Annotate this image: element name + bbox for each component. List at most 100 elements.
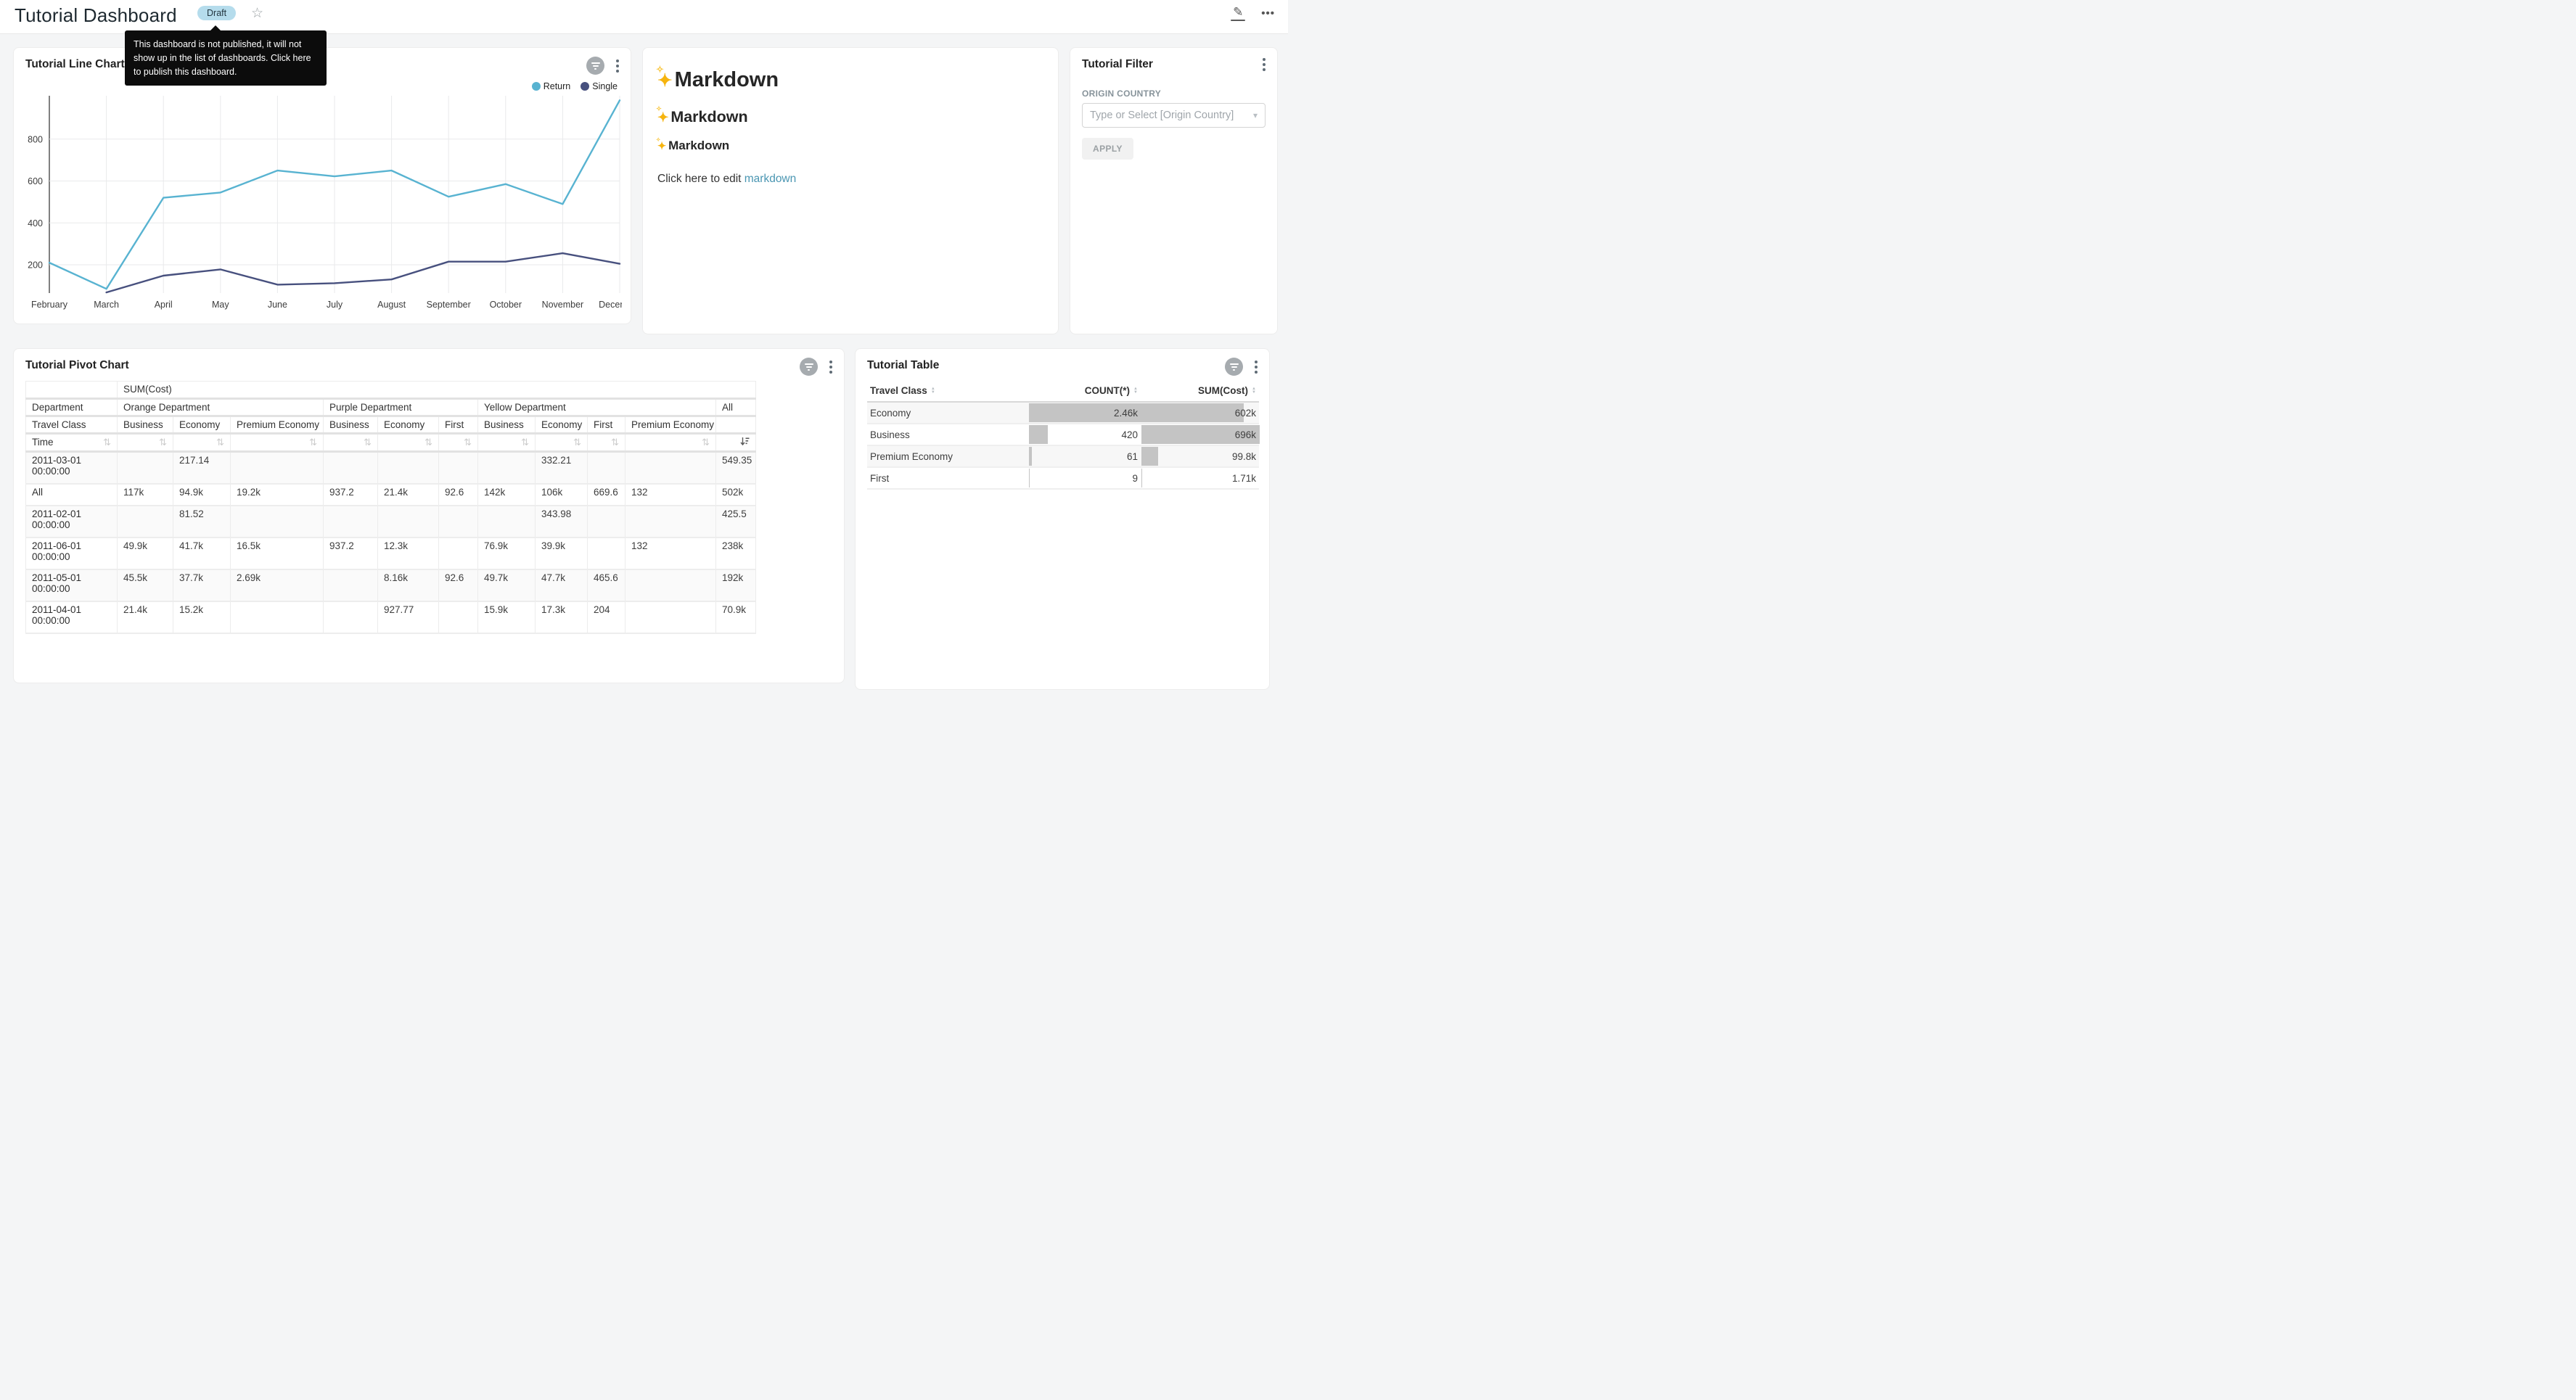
pivot-cell: 192k [716, 569, 756, 601]
legend-item[interactable]: Single [581, 81, 618, 91]
pivot-row: 2011-05-0100:00:0045.5k37.7k2.69k8.16k92… [26, 569, 756, 601]
sort-icon[interactable]: ⇅ [103, 437, 111, 448]
sparkles-icon: ✦✧ [657, 139, 666, 153]
pivot-travelclass-label: Travel Class [26, 416, 118, 434]
table-column-header[interactable]: Travel Class▲▼ [867, 379, 1028, 402]
cell-bar [1029, 425, 1048, 444]
pivot-cell [324, 569, 378, 601]
pivot-cell: 343.98 [536, 506, 588, 538]
pivot-cell [588, 452, 625, 484]
pivot-cell [378, 506, 439, 538]
pivot-row: 2011-03-0100:00:00217.14332.21549.35 [26, 452, 756, 484]
pivot-cell: 238k [716, 538, 756, 569]
line-chart-title: Tutorial Line Chart [25, 58, 125, 71]
pencil-underline [1231, 20, 1245, 21]
sort-icon[interactable]: ⇅ [573, 437, 581, 448]
pivot-sort-cell: ⇅ [478, 434, 536, 452]
pivot-cell: 92.6 [439, 569, 478, 601]
chart-legend: Return Single [532, 81, 618, 91]
pivot-cell [231, 452, 324, 484]
header-actions: ✎ ••• [1231, 6, 1275, 21]
count-cell: 420 [1028, 424, 1141, 445]
pivot-cell [439, 538, 478, 569]
applied-filters-icon[interactable] [586, 57, 604, 75]
sort-carets-icon: ▲▼ [1133, 387, 1138, 395]
pivot-cell: 15.2k [173, 601, 231, 633]
cell-bar [1141, 403, 1244, 422]
pivot-cell [588, 506, 625, 538]
pivot-kebab-menu[interactable] [828, 359, 834, 375]
cell-bar [1029, 447, 1032, 466]
pivot-row-label: All [26, 484, 118, 506]
pivot-cell [231, 506, 324, 538]
apply-button[interactable]: APPLY [1082, 138, 1133, 160]
pivot-cell [378, 452, 439, 484]
pivot-cell: 927.77 [378, 601, 439, 633]
pivot-cell: 937.2 [324, 484, 378, 506]
sort-icon[interactable]: ⇅ [611, 437, 619, 448]
favorite-star-icon[interactable]: ☆ [251, 5, 263, 22]
pivot-cell [324, 506, 378, 538]
count-cell: 9 [1028, 467, 1141, 489]
pivot-chart-title: Tutorial Pivot Chart [25, 359, 129, 372]
edit-markdown-link[interactable]: markdown [745, 173, 797, 185]
sort-descending-icon[interactable] [740, 437, 750, 446]
pivot-sort-cell: ⇅ [231, 434, 324, 452]
sort-icon[interactable]: ⇅ [521, 437, 529, 448]
pivot-row: 2011-04-0100:00:0021.4k15.2k927.7715.9k1… [26, 601, 756, 633]
sort-icon[interactable]: ⇅ [702, 437, 710, 448]
pivot-cell: 217.14 [173, 452, 231, 484]
travel-class-cell: Business [867, 424, 1028, 445]
pivot-cell: 8.16k [378, 569, 439, 601]
sort-icon[interactable]: ⇅ [159, 437, 167, 448]
publish-tooltip: This dashboard is not published, it will… [125, 30, 327, 86]
markdown-paragraph: Click here to edit markdown [657, 173, 1043, 186]
pivot-group-header: Orange Department [118, 399, 324, 416]
x-axis-label: October [490, 300, 522, 310]
pivot-column-header: Business [478, 416, 536, 434]
filter-kebab-menu[interactable] [1261, 57, 1267, 73]
sort-icon[interactable]: ⇅ [216, 437, 224, 448]
travel-class-cell: Economy [867, 402, 1028, 424]
more-menu-icon[interactable]: ••• [1261, 7, 1275, 20]
sort-icon[interactable]: ⇅ [364, 437, 372, 448]
sort-icon[interactable]: ⇅ [309, 437, 317, 448]
pivot-corner-empty [26, 382, 118, 399]
sort-icon[interactable]: ⇅ [464, 437, 472, 448]
pivot-row-label: 2011-03-0100:00:00 [26, 452, 118, 484]
markdown-h2: ✦✧Markdown [657, 108, 1043, 126]
y-axis-label: 200 [28, 260, 43, 271]
table-kebab-menu[interactable] [1253, 359, 1259, 375]
pivot-sort-cell: ⇅ [118, 434, 173, 452]
applied-filters-icon[interactable] [1225, 358, 1243, 376]
pencil-icon: ✎ [1233, 6, 1243, 18]
edit-dashboard-button[interactable]: ✎ [1231, 6, 1245, 21]
pivot-column-header: Economy [173, 416, 231, 434]
pivot-column-header: Business [118, 416, 173, 434]
applied-filters-icon[interactable] [800, 358, 818, 376]
x-axis-label: April [155, 300, 173, 310]
draft-badge[interactable]: Draft [197, 6, 236, 20]
pivot-cell [118, 452, 173, 484]
filter-panel-title: Tutorial Filter [1082, 58, 1153, 71]
pivot-row-label: 2011-06-0100:00:00 [26, 538, 118, 569]
x-axis-label: February [31, 300, 68, 310]
sum-cell: 99.8k [1141, 445, 1259, 467]
chart-kebab-menu[interactable] [615, 58, 620, 74]
pivot-row: 2011-02-0100:00:0081.52343.98425.5 [26, 506, 756, 538]
table-column-header[interactable]: COUNT(*)▲▼ [1028, 379, 1141, 402]
filter-panel: Tutorial Filter ORIGIN COUNTRY Type or S… [1070, 47, 1278, 334]
pivot-sort-cell: ⇅ [625, 434, 716, 452]
pivot-cell: 132 [625, 538, 716, 569]
pivot-time-label: Time⇅ [26, 434, 118, 452]
legend-item[interactable]: Return [532, 81, 571, 91]
line-chart-svg: FebruaryMarchAprilMayJuneJulyAugustSepte… [24, 96, 622, 313]
sort-icon[interactable]: ⇅ [424, 437, 432, 448]
pivot-cell: 45.5k [118, 569, 173, 601]
pivot-sort-cell: ⇅ [173, 434, 231, 452]
table-column-header[interactable]: SUM(Cost)▲▼ [1141, 379, 1259, 402]
pivot-department-label: Department [26, 399, 118, 416]
pivot-cell [324, 601, 378, 633]
origin-country-select[interactable]: Type or Select [Origin Country] ▾ [1082, 103, 1266, 128]
pivot-cell: 92.6 [439, 484, 478, 506]
